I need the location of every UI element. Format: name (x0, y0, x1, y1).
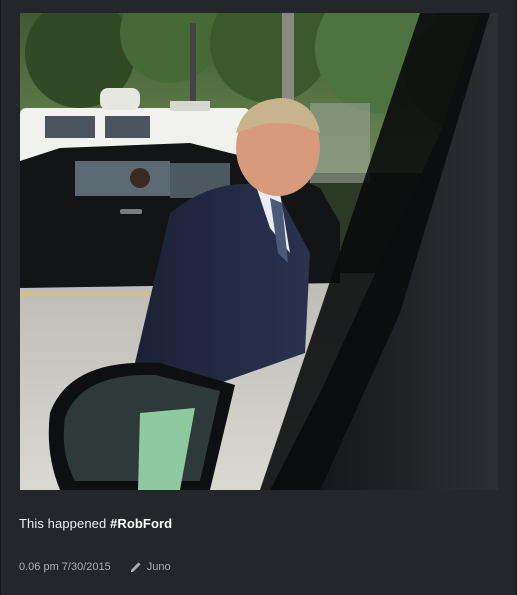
post-card: This happened #RobFord 0.06 pm 7/30/2015… (0, 0, 517, 595)
post-photo[interactable] (20, 13, 498, 490)
author-name: Juno (146, 561, 171, 573)
photo-illustration (20, 13, 498, 490)
post-timestamp: 0.06 pm 7/30/2015 (19, 561, 111, 573)
author-link[interactable]: Juno (130, 561, 171, 573)
caption-text: This happened (19, 516, 111, 531)
post-meta: 0.06 pm 7/30/2015 Juno (19, 561, 171, 573)
post-caption: This happened #RobFord (19, 516, 172, 531)
hashtag-link[interactable]: #RobFord (110, 516, 172, 531)
pencil-icon (130, 562, 141, 572)
